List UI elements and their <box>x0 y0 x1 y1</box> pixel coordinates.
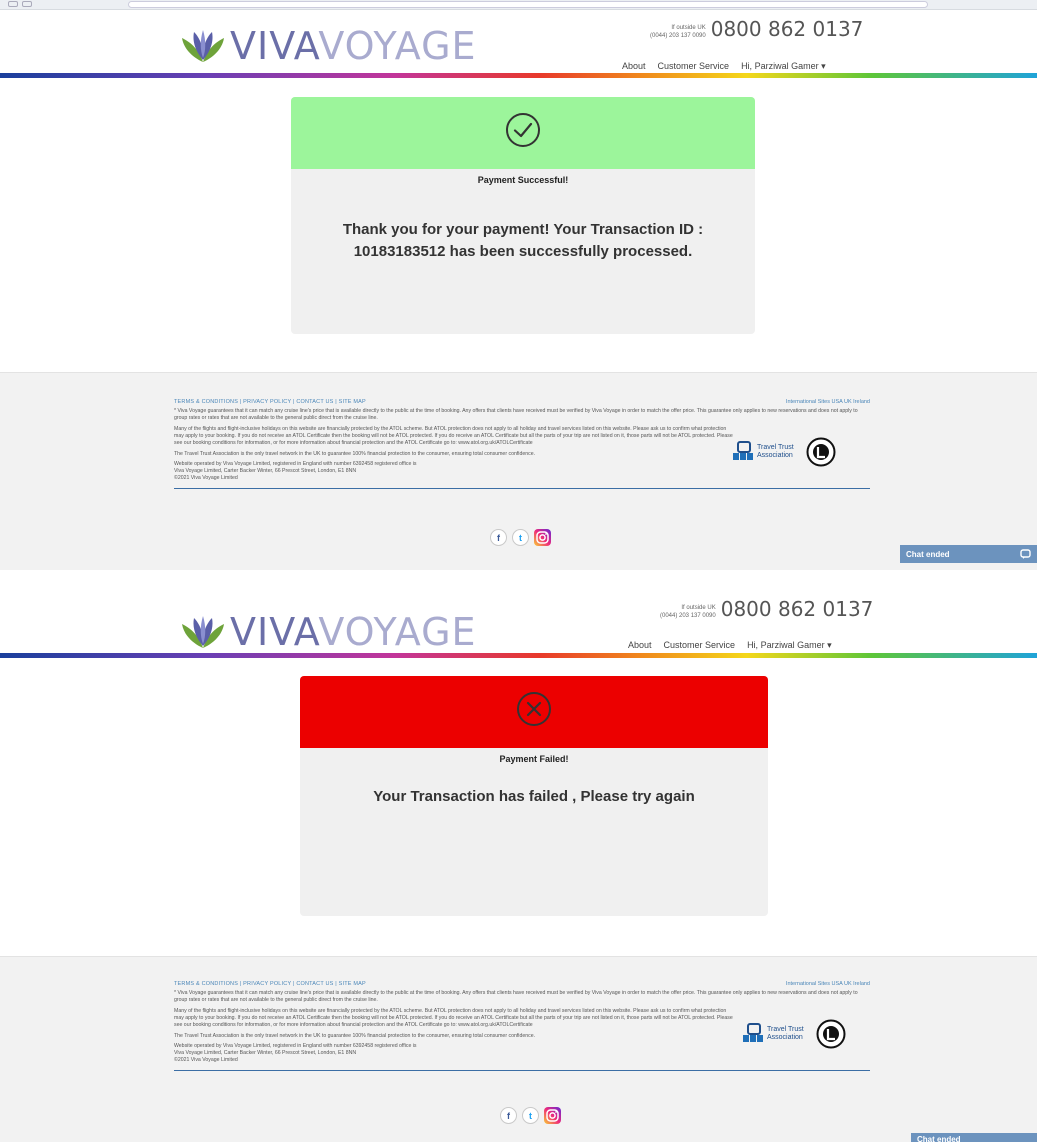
chat-bubble-icon <box>1020 548 1031 559</box>
footer-price-guarantee: * Viva Voyage guarantees that it can mat… <box>174 408 858 421</box>
logo-leaf-icon <box>182 616 224 648</box>
brand-name-1: VIVA <box>230 24 319 68</box>
brand-name-2: VOYAGE <box>318 610 477 654</box>
top-nav: About Customer Service Hi, Parziwal Game… <box>628 640 832 651</box>
atol-protected-badge-icon <box>806 437 836 467</box>
phone-number[interactable]: 0800 862 0137 <box>721 598 874 620</box>
tta-line1: Travel Trust <box>757 444 794 451</box>
tta-mark-icon <box>743 1023 763 1042</box>
phone-number[interactable]: 0800 862 0137 <box>711 18 864 40</box>
brand-name-1: VIVA <box>230 610 319 654</box>
top-nav: About Customer Service Hi, Parziwal Game… <box>622 61 826 72</box>
footer-address: Viva Voyage Limited, Carter Backer Winte… <box>174 468 357 474</box>
phone-outside-uk: If outside UK <box>681 605 716 611</box>
footer-address: Viva Voyage Limited, Carter Backer Winte… <box>174 1050 357 1056</box>
check-circle-icon <box>506 113 540 147</box>
payment-success-card: Payment Successful! Thank you for your p… <box>291 97 755 334</box>
header-rainbow-bar <box>0 73 1037 78</box>
forward-icon[interactable] <box>22 1 32 7</box>
header-rainbow-bar <box>0 653 1037 658</box>
failure-message: Your Transaction has failed , Please try… <box>373 788 695 805</box>
back-icon[interactable] <box>8 1 18 7</box>
logo-leaf-icon <box>182 30 224 62</box>
tta-logo: Travel Trust Association <box>742 1023 804 1045</box>
success-screenshot: VIVAVOYAGE If outside UK (0044) 203 137 … <box>0 0 1037 588</box>
browser-toolbar <box>0 0 1037 10</box>
site-logo[interactable]: VIVAVOYAGE <box>180 610 477 654</box>
nav-customer-service[interactable]: Customer Service <box>658 61 730 72</box>
twitter-icon[interactable]: t <box>512 529 529 546</box>
address-bar[interactable] <box>128 1 928 8</box>
footer-atol-text: Many of the flights and flight-inclusive… <box>174 1008 733 1028</box>
twitter-icon[interactable]: t <box>522 1107 539 1124</box>
phone-intl-number: (0044) 203 137 0090 <box>650 33 706 39</box>
nav-user-menu[interactable]: Hi, Parziwal Gamer ▾ <box>741 61 826 72</box>
atol-protected-badge-icon <box>816 1019 846 1049</box>
nav-customer-service[interactable]: Customer Service <box>664 640 736 651</box>
success-header <box>291 97 755 169</box>
tta-line2: Association <box>757 452 793 459</box>
site-footer: TERMS & CONDITIONS | PRIVACY POLICY | CO… <box>0 956 1037 1142</box>
success-title: Payment Successful! <box>477 175 569 185</box>
tta-line2: Association <box>767 1034 803 1041</box>
chat-widget[interactable]: Chat ended <box>911 1133 1037 1142</box>
facebook-icon[interactable]: f <box>490 529 507 546</box>
nav-user-menu[interactable]: Hi, Parziwal Gamer ▾ <box>747 640 832 651</box>
phone-block: If outside UK (0044) 203 137 0090 0800 8… <box>660 598 873 620</box>
footer-atol-text: Many of the flights and flight-inclusive… <box>174 426 733 446</box>
footer-divider <box>174 488 870 489</box>
footer-links[interactable]: TERMS & CONDITIONS | PRIVACY POLICY | CO… <box>174 981 870 987</box>
social-links: f t <box>490 529 551 546</box>
chat-label: Chat ended <box>906 549 950 559</box>
success-message: Thank you for your payment! Your Transac… <box>342 221 704 260</box>
footer-divider <box>174 1070 870 1071</box>
footer-intl-sites[interactable]: International Sites USA UK Ireland <box>786 399 870 405</box>
brand-name-2: VOYAGE <box>318 24 477 68</box>
footer-copyright: ©2021 Viva Voyage Limited <box>174 475 238 481</box>
payment-failed-card: Payment Failed! Your Transaction has fai… <box>300 676 768 916</box>
tta-logo: Travel Trust Association <box>732 441 794 463</box>
tta-mark-icon <box>733 441 753 460</box>
footer-badges: Travel Trust Association <box>742 1019 846 1049</box>
footer-price-guarantee: * Viva Voyage guarantees that it can mat… <box>174 990 858 1003</box>
footer-copyright: ©2021 Viva Voyage Limited <box>174 1057 238 1063</box>
footer-links[interactable]: TERMS & CONDITIONS | PRIVACY POLICY | CO… <box>174 399 870 405</box>
failure-title: Payment Failed! <box>499 754 569 764</box>
nav-about[interactable]: About <box>628 640 652 651</box>
social-links: f t <box>500 1107 561 1124</box>
failure-screenshot: VIVAVOYAGE If outside UK (0044) 203 137 … <box>0 588 1037 1142</box>
nav-about[interactable]: About <box>622 61 646 72</box>
instagram-icon[interactable] <box>544 1107 561 1124</box>
footer-badges: Travel Trust Association <box>732 437 836 467</box>
instagram-icon[interactable] <box>534 529 551 546</box>
chat-label: Chat ended <box>917 1134 961 1142</box>
facebook-icon[interactable]: f <box>500 1107 517 1124</box>
phone-outside-uk: If outside UK <box>671 25 706 31</box>
x-circle-icon <box>517 692 551 726</box>
phone-intl-number: (0044) 203 137 0090 <box>660 613 716 619</box>
footer-intl-sites[interactable]: International Sites USA UK Ireland <box>786 981 870 987</box>
failure-header <box>300 676 768 748</box>
phone-block: If outside UK (0044) 203 137 0090 0800 8… <box>650 18 863 40</box>
tta-line1: Travel Trust <box>767 1026 804 1033</box>
chat-widget[interactable]: Chat ended <box>900 545 1037 563</box>
site-logo[interactable]: VIVAVOYAGE <box>180 24 477 68</box>
site-footer: TERMS & CONDITIONS | PRIVACY POLICY | CO… <box>0 372 1037 570</box>
